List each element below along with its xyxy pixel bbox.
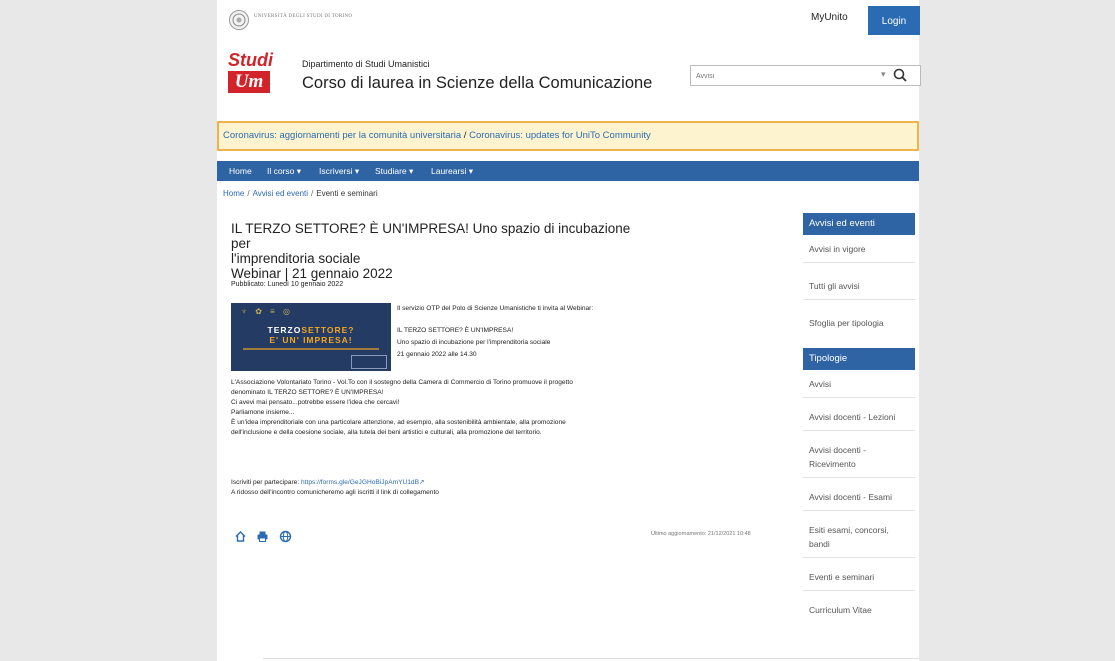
title-line: l'imprenditoria sociale: [231, 251, 361, 266]
registration-note: A ridosso dell'incontro comunicheremo ag…: [231, 489, 439, 496]
alert-link-it[interactable]: Coronavirus: aggiornamenti per la comuni…: [223, 130, 461, 141]
sidebar-item-avvisi[interactable]: Avvisi: [803, 370, 915, 398]
chevron-down-icon[interactable]: ▾: [881, 69, 886, 80]
article-title: IL TERZO SETTORE? È UN'IMPRESA! Uno spaz…: [231, 221, 631, 281]
nav-il-corso[interactable]: Il corso ▾: [267, 161, 301, 181]
globe-icon[interactable]: [279, 530, 292, 543]
print-icon[interactable]: [256, 530, 269, 543]
sidebar-item-docenti-lezioni[interactable]: Avvisi docenti - Lezioni: [803, 398, 915, 431]
title-line: Webinar | 21 gennaio 2022: [231, 266, 393, 281]
external-link-icon: ↗: [419, 479, 425, 486]
sidebar-heading-avvisi[interactable]: Avvisi ed eventi: [803, 213, 915, 235]
nav-iscriversi[interactable]: Iscriversi ▾: [319, 161, 359, 181]
banner-text: SETTORE?: [301, 325, 355, 335]
registration-label: Iscriviti per partecipare:: [231, 479, 301, 486]
body-line: È un'idea imprenditoriale con una partic…: [231, 419, 566, 426]
sidebar-item-docenti-esami[interactable]: Avvisi docenti - Esami: [803, 478, 915, 511]
body-line: L'Associazione Volontariato Torino - Vol…: [231, 379, 573, 386]
breadcrumb: Home / Avvisi ed eventi / Eventi e seminari: [223, 189, 378, 198]
university-name[interactable]: UNIVERSITÀ DEGLI STUDI DI TORINO: [254, 14, 352, 19]
coronavirus-alert: Coronavirus: aggiornamenti per la comuni…: [217, 121, 919, 151]
logo-text-top: Studi: [228, 50, 273, 70]
search-box: ▾: [690, 65, 921, 86]
banner-badge: [351, 355, 387, 369]
body-line: denominato IL TERZO SETTORE? È UN'IMPRES…: [231, 389, 384, 396]
sidebar-heading-tipologie[interactable]: Tipologie: [803, 348, 915, 370]
nav-home[interactable]: Home: [229, 161, 252, 181]
page: UNIVERSITÀ DEGLI STUDI DI TORINO MyUnito…: [217, 0, 921, 661]
footer-divider: [263, 658, 919, 659]
registration-link[interactable]: https://forms.gle/GeJGHoBiJpAmYU1dB: [301, 479, 419, 486]
intro-line: Uno spazio di incubazione per l'imprendi…: [397, 339, 551, 346]
top-bar: UNIVERSITÀ DEGLI STUDI DI TORINO MyUnito…: [217, 0, 920, 37]
sidebar-item-esiti[interactable]: Esiti esami, concorsi, bandi: [803, 511, 915, 558]
main-nav: Home Il corso ▾ Iscriversi ▾ Studiare ▾ …: [217, 161, 919, 181]
intro-line: Il servizio OTP del Polo di Scienze Uman…: [397, 305, 594, 312]
banner-divider: [243, 348, 379, 350]
search-icon[interactable]: [891, 66, 910, 85]
banner-text: E' UN' IMPRESA!: [269, 335, 353, 345]
alert-link-en[interactable]: Coronavirus: updates for UniTo Community: [469, 130, 651, 141]
home-icon[interactable]: [234, 530, 247, 543]
intro-line: 21 gennaio 2022 alle 14.30: [397, 351, 477, 358]
event-intro: Il servizio OTP del Polo di Scienze Uman…: [397, 303, 697, 361]
nav-laurearsi[interactable]: Laurearsi ▾: [431, 161, 473, 181]
breadcrumb-separator: /: [247, 189, 250, 198]
sidebar-item-tutti-gli-avvisi[interactable]: Tutti gli avvisi: [803, 263, 915, 300]
sidebar-item-eventi[interactable]: Eventi e seminari: [803, 558, 915, 591]
title-line: IL TERZO SETTORE? È UN'IMPRESA! Uno spaz…: [231, 221, 631, 251]
published-date: Pubblicato: Lunedì 10 gennaio 2022: [231, 281, 344, 288]
alert-separator: /: [461, 130, 470, 141]
logo-text-bottom: Um: [228, 71, 270, 93]
page-tools: [234, 528, 297, 546]
sidebar-item-sfoglia[interactable]: Sfoglia per tipologia: [803, 300, 915, 346]
last-updated: Ultimo aggiornamento: 21/12/2021 10:48: [651, 531, 751, 537]
myunito-link[interactable]: MyUnito: [811, 12, 848, 23]
department-name: Dipartimento di Studi Umanistici: [302, 59, 430, 69]
banner-logos-icon: ♆ ✿ ≡ ◎: [241, 307, 294, 316]
breadcrumb-separator: /: [311, 189, 314, 198]
nav-studiare[interactable]: Studiare ▾: [375, 161, 413, 181]
sidebar: Avvisi ed eventi Avvisi in vigore Tutti …: [803, 213, 915, 623]
breadcrumb-home[interactable]: Home: [223, 189, 244, 198]
body-line: dell'inclusione e della coesione sociale…: [231, 429, 542, 436]
sidebar-item-docenti-ricevimento[interactable]: Avvisi docenti - Ricevimento: [803, 431, 915, 478]
search-input[interactable]: [694, 68, 883, 84]
registration-info: Iscriviti per partecipare: https://forms…: [231, 478, 701, 498]
breadcrumb-current: Eventi e seminari: [316, 189, 378, 198]
intro-line: IL TERZO SETTORE? È UN'IMPRESA!: [397, 327, 514, 334]
studi-um-logo[interactable]: Studi Um: [228, 50, 273, 101]
course-title[interactable]: Corso di laurea in Scienze della Comunic…: [302, 74, 652, 93]
banner-text: TERZO: [267, 325, 302, 335]
breadcrumb-avvisi[interactable]: Avvisi ed eventi: [253, 189, 308, 198]
article-body: L'Associazione Volontariato Torino - Vol…: [231, 378, 701, 438]
event-banner-image: ♆ ✿ ≡ ◎ TERZOSETTORE? E' UN' IMPRESA!: [231, 303, 391, 371]
login-button[interactable]: Login: [868, 6, 920, 35]
sidebar-item-avvisi-in-vigore[interactable]: Avvisi in vigore: [803, 235, 915, 263]
university-seal-icon[interactable]: [229, 10, 249, 30]
body-line: Parliamone insieme...: [231, 409, 295, 416]
sidebar-item-cv[interactable]: Curriculum Vitae: [803, 591, 915, 623]
body-line: Ci avevi mai pensato...potrebbe essere l…: [231, 399, 400, 406]
